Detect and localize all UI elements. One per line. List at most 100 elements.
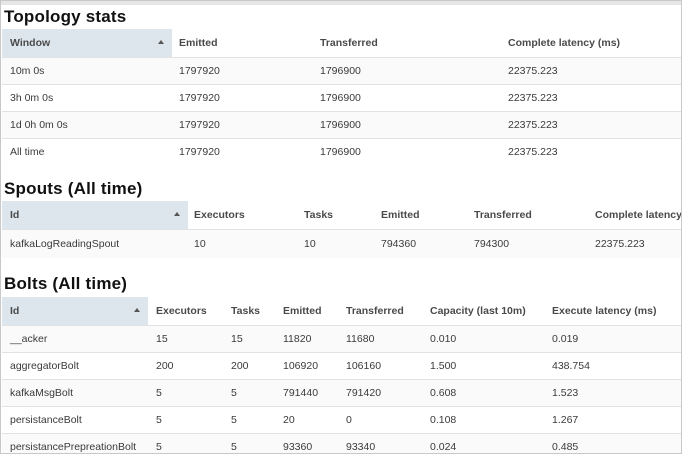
cell-executors: 5 bbox=[156, 441, 162, 453]
cell-capacity-last-10m: 0.608 bbox=[430, 387, 457, 399]
cell-id[interactable]: aggregatorBolt bbox=[10, 353, 79, 379]
table-row: All time 1797920 1796900 22375.223 bbox=[2, 138, 681, 165]
cell-id[interactable]: kafkaMsgBolt bbox=[10, 380, 73, 406]
table-row: 1d 0h 0m 0s 1797920 1796900 22375.223 bbox=[2, 111, 681, 138]
cell-complete-latency-ms: 22375.223 bbox=[508, 146, 558, 158]
cell-capacity-last-10m: 1.500 bbox=[430, 360, 457, 372]
top-border bbox=[1, 1, 681, 5]
cell-tasks: 5 bbox=[231, 387, 237, 399]
column-header-transferred[interactable]: Transferred bbox=[474, 201, 532, 229]
cell-complete-latency-ms: 22375.223 bbox=[508, 92, 558, 104]
cell-complete-latency-ms: 22375.223 bbox=[508, 119, 558, 131]
table-row: 10m 0s 1797920 1796900 22375.223 bbox=[2, 57, 681, 84]
cell-tasks: 5 bbox=[231, 441, 237, 453]
cell-transferred: 1796900 bbox=[320, 65, 361, 77]
table-row: kafkaMsgBolt 5 5 791440 791420 0.608 1.523 bbox=[2, 379, 681, 406]
cell-executors: 5 bbox=[156, 414, 162, 426]
cell-transferred: 1796900 bbox=[320, 119, 361, 131]
column-header-tasks[interactable]: Tasks bbox=[304, 201, 333, 229]
bolts-title: Bolts (All time) bbox=[4, 274, 128, 293]
cell-execute-latency-ms: 1.267 bbox=[552, 414, 579, 426]
topology-header-row: Window Emitted Transferred Complete latency… bbox=[2, 29, 681, 57]
cell-complete-latency: 22375.223 bbox=[595, 238, 645, 250]
column-header-tasks[interactable]: Tasks bbox=[231, 297, 260, 325]
cell-executors: 15 bbox=[156, 333, 168, 345]
spouts-table: Id Executors Tasks Emitted Transferred Comple… bbox=[2, 201, 681, 258]
cell-emitted: 20 bbox=[283, 414, 295, 426]
cell-window[interactable]: 3h 0m 0s bbox=[10, 85, 53, 111]
cell-emitted: 1797920 bbox=[179, 146, 220, 158]
cell-emitted: 11820 bbox=[283, 333, 312, 345]
table-row: 3h 0m 0s 1797920 1796900 22375.223 bbox=[2, 84, 681, 111]
cell-emitted: 106920 bbox=[283, 360, 319, 372]
table-row: kafkaLogReadingSpout 10 10 794360 794300 2237… bbox=[2, 229, 681, 258]
cell-transferred: 1796900 bbox=[320, 146, 361, 158]
bolts-header-row: Id Executors Tasks Emitted Transferred Capaci… bbox=[2, 297, 681, 325]
cell-transferred: 11680 bbox=[346, 333, 375, 345]
sorted-column-highlight bbox=[2, 201, 188, 229]
sort-ascending-icon[interactable] bbox=[158, 40, 164, 44]
bolts-table: Id Executors Tasks Emitted Transferred Capaci… bbox=[2, 297, 681, 453]
cell-execute-latency-ms: 0.485 bbox=[552, 441, 579, 453]
cell-complete-latency-ms: 22375.223 bbox=[508, 65, 558, 77]
column-header-capacity-last-10m[interactable]: Capacity (last 10m) bbox=[430, 297, 526, 325]
cell-emitted: 1797920 bbox=[179, 119, 220, 131]
column-header-emitted[interactable]: Emitted bbox=[381, 201, 420, 229]
topology-stats-table: Window Emitted Transferred Complete latency… bbox=[2, 29, 681, 165]
cell-executors: 200 bbox=[156, 360, 174, 372]
cell-id[interactable]: persistanceBolt bbox=[10, 407, 82, 433]
cell-capacity-last-10m: 0.024 bbox=[430, 441, 457, 453]
cell-id[interactable]: kafkaLogReadingSpout bbox=[10, 230, 119, 258]
cell-execute-latency-ms: 0.019 bbox=[552, 333, 579, 345]
cell-capacity-last-10m: 0.108 bbox=[430, 414, 457, 426]
cell-emitted: 1797920 bbox=[179, 92, 220, 104]
cell-tasks: 200 bbox=[231, 360, 249, 372]
column-header-window[interactable]: Window bbox=[10, 29, 50, 57]
column-header-id[interactable]: Id bbox=[10, 201, 19, 229]
column-header-complete-latency-ms[interactable]: Complete latency (ms) bbox=[508, 29, 620, 57]
spouts-header-row: Id Executors Tasks Emitted Transferred Comple… bbox=[2, 201, 681, 229]
sort-ascending-icon[interactable] bbox=[174, 212, 180, 216]
cell-window[interactable]: All time bbox=[10, 139, 44, 165]
table-row: persistanceBolt 5 5 20 0 0.108 1.267 bbox=[2, 406, 681, 433]
column-header-id[interactable]: Id bbox=[10, 297, 19, 325]
cell-tasks: 10 bbox=[304, 238, 316, 250]
spouts-title: Spouts (All time) bbox=[4, 179, 143, 198]
cell-id[interactable]: persistancePrepreationBolt bbox=[10, 434, 136, 453]
column-header-execute-latency-ms[interactable]: Execute latency (ms) bbox=[552, 297, 656, 325]
cell-transferred: 106160 bbox=[346, 360, 382, 372]
column-header-complete-latency[interactable]: Complete latency bbox=[595, 201, 681, 229]
table-row: persistancePrepreationBolt 5 5 93360 93340 0.… bbox=[2, 433, 681, 453]
cell-window[interactable]: 1d 0h 0m 0s bbox=[10, 112, 68, 138]
cell-transferred: 93340 bbox=[346, 441, 376, 453]
column-header-emitted[interactable]: Emitted bbox=[179, 29, 218, 57]
cell-emitted: 1797920 bbox=[179, 65, 220, 77]
sorted-column-highlight bbox=[2, 297, 148, 325]
cell-window[interactable]: 10m 0s bbox=[10, 58, 44, 84]
cell-transferred: 1796900 bbox=[320, 92, 361, 104]
cell-capacity-last-10m: 0.010 bbox=[430, 333, 457, 345]
cell-transferred: 0 bbox=[346, 414, 352, 426]
cell-transferred: 794300 bbox=[474, 238, 510, 250]
topology-stats-title: Topology stats bbox=[4, 7, 127, 26]
cell-execute-latency-ms: 1.523 bbox=[552, 387, 579, 399]
cell-executors: 5 bbox=[156, 387, 162, 399]
column-header-executors[interactable]: Executors bbox=[156, 297, 207, 325]
column-header-executors[interactable]: Executors bbox=[194, 201, 245, 229]
column-header-emitted[interactable]: Emitted bbox=[283, 297, 322, 325]
cell-emitted: 93360 bbox=[283, 441, 313, 453]
table-row: aggregatorBolt 200 200 106920 106160 1.500 438… bbox=[2, 352, 681, 379]
table-row: __acker 15 15 11820 11680 0.010 0.019 bbox=[2, 325, 681, 352]
sort-ascending-icon[interactable] bbox=[134, 308, 140, 312]
cell-transferred: 791420 bbox=[346, 387, 382, 399]
cell-emitted: 791440 bbox=[283, 387, 319, 399]
cell-tasks: 5 bbox=[231, 414, 237, 426]
storm-ui-frame: Topology stats Window Emitted Transferred C… bbox=[0, 0, 682, 454]
cell-execute-latency-ms: 438.754 bbox=[552, 360, 590, 372]
column-header-transferred[interactable]: Transferred bbox=[320, 29, 378, 57]
cell-id[interactable]: __acker bbox=[10, 326, 47, 352]
column-header-transferred[interactable]: Transferred bbox=[346, 297, 404, 325]
cell-executors: 10 bbox=[194, 238, 206, 250]
cell-tasks: 15 bbox=[231, 333, 243, 345]
cell-emitted: 794360 bbox=[381, 238, 417, 250]
